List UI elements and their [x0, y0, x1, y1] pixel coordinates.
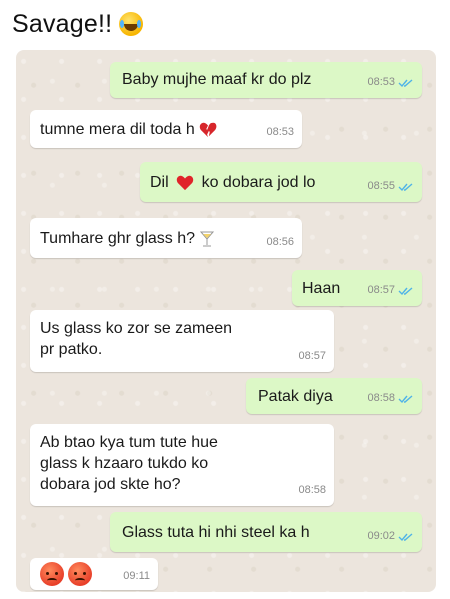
message-bubble-incoming[interactable]: Tumhare ghr glass h? 08:56 — [30, 218, 302, 258]
message-time: 08:58 — [367, 392, 395, 404]
message-time: 08:53 — [266, 126, 294, 138]
read-ticks-icon — [398, 78, 413, 87]
message-time: 08:57 — [298, 350, 326, 362]
message-time: 08:53 — [367, 76, 395, 88]
tears-of-joy-icon — [119, 12, 144, 36]
message-meta: 09:02 — [367, 526, 414, 547]
message-meta: 09:11 — [123, 566, 150, 587]
read-ticks-icon — [398, 394, 413, 403]
message-meta: 08:53 — [266, 122, 294, 143]
message-text-line: Ab btao kya tum tute hue — [40, 434, 218, 451]
message-time: 08:58 — [298, 484, 326, 496]
message-text: Patak diya — [258, 388, 333, 405]
message-bubble-incoming[interactable]: 09:11 — [30, 558, 158, 590]
chat-conversation[interactable]: Baby mujhe maaf kr do plz 08:53 tumne me… — [16, 50, 436, 592]
read-ticks-icon — [398, 286, 413, 295]
message-text: Tumhare ghr glass h? — [40, 230, 196, 247]
message-text: Glass tuta hi nhi steel ka h — [122, 524, 310, 541]
message-meta: 08:58 — [298, 480, 326, 501]
message-time: 09:02 — [367, 530, 395, 542]
message-text-line: Us glass ko zor se zameen — [40, 320, 233, 337]
message-text: Haan — [302, 280, 341, 297]
read-ticks-icon — [398, 532, 413, 541]
red-heart-icon — [176, 175, 194, 190]
angry-face-icon — [40, 562, 64, 586]
broken-heart-icon — [200, 122, 217, 137]
message-time: 08:55 — [367, 180, 395, 192]
message-bubble-incoming[interactable]: Us glass ko zor se zameen pr patko. 08:5… — [30, 310, 334, 372]
caption-text: Savage!! — [12, 9, 113, 38]
message-time: 09:11 — [123, 570, 150, 582]
message-time: 08:57 — [367, 284, 395, 296]
message-meta: 08:58 — [367, 388, 414, 409]
message-text-before: Dil — [150, 174, 169, 191]
message-text-line: pr patko. — [40, 341, 103, 358]
message-bubble-outgoing[interactable]: Patak diya 08:58 — [246, 378, 422, 414]
message-text-line: dobara jod skte ho? — [40, 476, 181, 493]
message-text: tumne mera dil toda h — [40, 121, 195, 138]
message-time: 08:56 — [266, 236, 294, 248]
message-text: Baby mujhe maaf kr do plz — [122, 71, 312, 88]
message-bubble-outgoing[interactable]: Dil ko dobara jod lo 08:55 — [140, 162, 422, 202]
message-bubble-incoming[interactable]: tumne mera dil toda h 08:53 — [30, 110, 302, 148]
message-meta: 08:56 — [266, 232, 294, 253]
message-bubble-outgoing[interactable]: Haan 08:57 — [292, 270, 422, 306]
cocktail-glass-icon — [199, 231, 214, 247]
message-meta: 08:57 — [367, 280, 414, 301]
message-bubble-outgoing[interactable]: Glass tuta hi nhi steel ka h 09:02 — [110, 512, 422, 552]
message-meta: 08:57 — [298, 346, 326, 367]
message-text-line: glass k hzaaro tukdo ko — [40, 455, 209, 472]
screenshot: Savage!! Baby mujhe maaf kr do plz 08:53… — [0, 0, 450, 599]
angry-face-icon — [68, 562, 92, 586]
message-meta: 08:53 — [367, 72, 414, 93]
post-caption: Savage!! — [12, 4, 144, 44]
message-text-after: ko dobara jod lo — [201, 174, 316, 191]
read-ticks-icon — [398, 182, 413, 191]
message-meta: 08:55 — [367, 176, 414, 197]
message-bubble-outgoing[interactable]: Baby mujhe maaf kr do plz 08:53 — [110, 62, 422, 98]
message-bubble-incoming[interactable]: Ab btao kya tum tute hue glass k hzaaro … — [30, 424, 334, 506]
